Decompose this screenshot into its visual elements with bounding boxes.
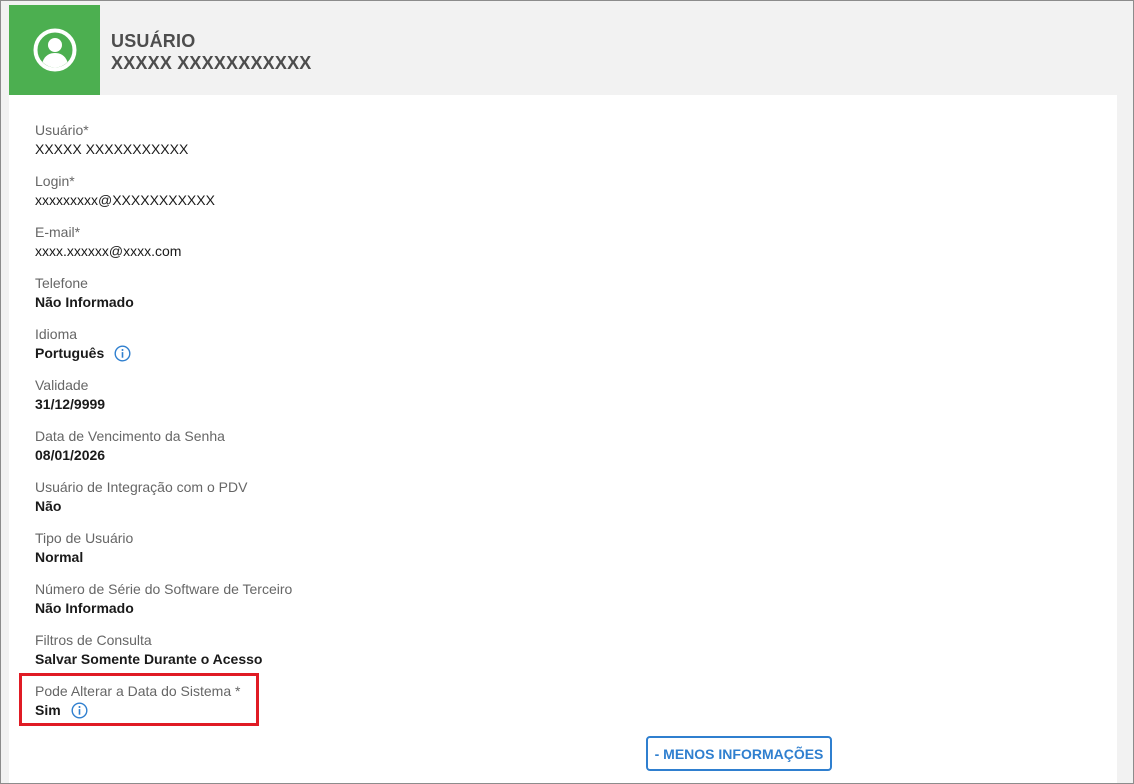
field-value-text: Não — [35, 498, 62, 514]
field-validade: Validade 31/12/9999 — [35, 376, 105, 413]
field-login: Login* xxxxxxxxx@XXXXXXXXXXX — [35, 172, 215, 209]
info-icon[interactable] — [114, 344, 131, 362]
field-label: Login* — [35, 173, 75, 189]
field-value: Não Informado — [35, 599, 292, 617]
highlight-annotation — [19, 673, 259, 726]
user-circle-icon — [33, 28, 76, 72]
field-value: Normal — [35, 548, 133, 566]
page-title: USUÁRIO — [111, 31, 196, 51]
field-label: Validade — [35, 377, 89, 393]
field-label: Usuário* — [35, 122, 89, 138]
field-value-text: 31/12/9999 — [35, 396, 106, 412]
field-label: Número de Série do Software de Terceiro — [35, 581, 293, 597]
field-integracao-pdv: Usuário de Integração com o PDV Não — [35, 478, 247, 515]
user-header: USUÁRIO XXXXX XXXXXXXXXXX — [9, 5, 1117, 95]
field-tipo-usuario: Tipo de Usuário Normal — [35, 529, 133, 566]
field-value-text: Normal — [35, 549, 84, 565]
field-label: Idioma — [35, 326, 78, 342]
field-value-text: Não Informado — [35, 294, 134, 310]
field-label: Data de Vencimento da Senha — [35, 428, 225, 444]
field-filtros-consulta: Filtros de Consulta Salvar Somente Duran… — [35, 631, 262, 668]
field-label: Usuário de Integração com o PDV — [35, 479, 248, 495]
details-panel: Usuário* XXXXX XXXXXXXXXXX Login* xxxxxx… — [9, 95, 1117, 783]
field-value: Não — [35, 497, 247, 515]
field-value: xxxxxxxxx@XXXXXXXXXXX — [35, 191, 215, 209]
field-value: Português — [35, 344, 131, 362]
field-telefone: Telefone Não Informado — [35, 274, 134, 311]
field-value-text: XXXXX XXXXXXXXXXX — [35, 141, 189, 157]
field-value: 08/01/2026 — [35, 446, 225, 464]
field-label: Filtros de Consulta — [35, 632, 152, 648]
field-label: Telefone — [35, 275, 88, 291]
field-numero-serie: Número de Série do Software de Terceiro … — [35, 580, 292, 617]
less-info-button[interactable]: - MENOS INFORMAÇÕES — [646, 736, 832, 771]
field-label: E-mail* — [35, 224, 81, 240]
field-value-text: 08/01/2026 — [35, 447, 106, 463]
user-details-window: USUÁRIO XXXXX XXXXXXXXXXX Usuário* XXXXX… — [0, 0, 1134, 784]
field-value-text: xxxx.xxxxxx@xxxx.com — [35, 243, 182, 259]
page-subtitle: XXXXX XXXXXXXXXXX — [111, 53, 312, 73]
field-idioma: Idioma Português — [35, 325, 131, 362]
field-value: xxxx.xxxxxx@xxxx.com — [35, 242, 181, 260]
field-vencimento-senha: Data de Vencimento da Senha 08/01/2026 — [35, 427, 225, 464]
field-value-text: Salvar Somente Durante o Acesso — [35, 651, 263, 667]
field-email: E-mail* xxxx.xxxxxx@xxxx.com — [35, 223, 181, 260]
field-value: Não Informado — [35, 293, 134, 311]
field-value-text: xxxxxxxxx@XXXXXXXXXXX — [35, 192, 215, 208]
field-value-text: Não Informado — [35, 600, 134, 616]
avatar — [9, 5, 100, 95]
field-value: XXXXX XXXXXXXXXXX — [35, 140, 188, 158]
field-value: Salvar Somente Durante o Acesso — [35, 650, 262, 668]
field-value-text: Português — [35, 345, 105, 361]
field-usuario: Usuário* XXXXX XXXXXXXXXXX — [35, 121, 188, 158]
field-value: 31/12/9999 — [35, 395, 105, 413]
field-label: Tipo de Usuário — [35, 530, 134, 546]
